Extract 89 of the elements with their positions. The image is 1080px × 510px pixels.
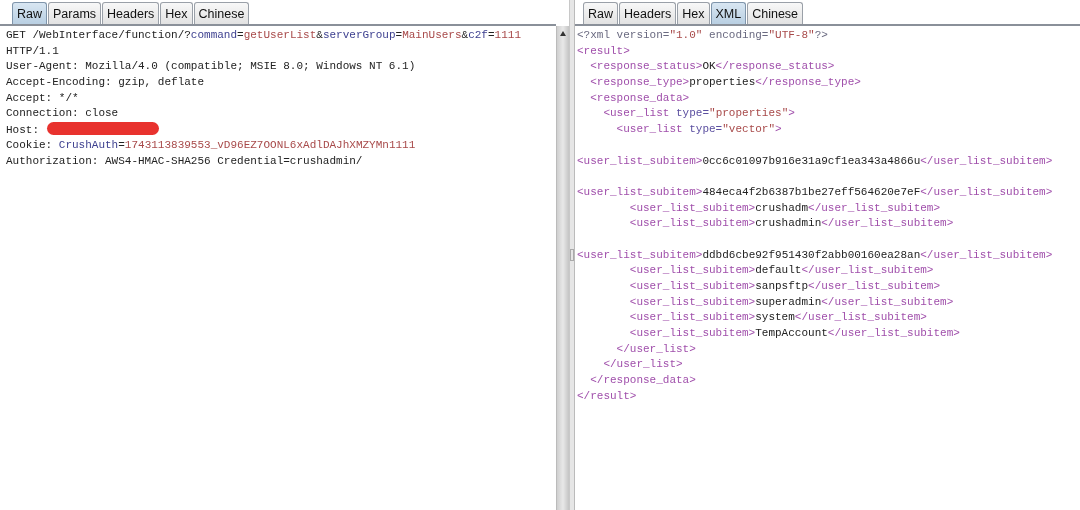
code-text: 0cc6c01097b916e31a9cf1ea343a4866u <box>702 154 921 167</box>
param-name: serverGroup <box>322 29 396 41</box>
xml-tag: <response_data> <box>590 91 690 104</box>
code-text: OK <box>702 60 716 73</box>
xml-tag: </user_list> <box>616 342 696 355</box>
xml-tag: </user_list_subitem> <box>801 264 934 277</box>
xml-tag: > <box>788 107 795 120</box>
xml-declaration: encoding= <box>708 29 769 41</box>
code-text: default <box>755 264 802 277</box>
tab[interactable]: Hex <box>160 2 193 24</box>
code-text: Accept-Encoding: gzip, deflate <box>6 76 205 89</box>
xml-tag: </user_list_subitem> <box>920 154 1053 167</box>
code-text: superadmin <box>755 295 822 308</box>
xml-tag: > <box>775 123 782 136</box>
tab[interactable]: Params <box>48 2 102 24</box>
tab[interactable]: Chinese <box>193 2 250 24</box>
param-name: CrushAuth <box>58 138 119 151</box>
param-value: 1111 <box>494 29 521 41</box>
tab[interactable]: XML <box>710 2 747 24</box>
xml-tag: </user_list_subitem> <box>808 201 941 214</box>
param-name: c2f <box>468 29 488 41</box>
code-text: User-Agent: Mozilla/4.0 (compatible; MSIE 8.0; Windows NT 6.1) <box>6 60 416 73</box>
xml-tag: </user_list_subitem> <box>920 185 1053 198</box>
param-value: "properties" <box>709 107 789 120</box>
xml-attribute: type= <box>676 107 710 120</box>
code-text: = <box>395 29 403 41</box>
param-value: "1.0" <box>669 29 703 41</box>
param-value: 1743113839553_vD96EZ7OONL6xAdlDAJhXMZYMn1111 <box>124 138 416 151</box>
code-text: 484eca4f2b6387b1be27eff564620e7eF <box>702 185 921 198</box>
param-value: MainUsers <box>402 29 462 41</box>
tab[interactable]: Chinese <box>747 2 804 24</box>
xml-tag: <response_status> <box>590 60 703 73</box>
tab[interactable]: Raw <box>583 2 618 24</box>
code-text: = <box>488 29 495 41</box>
xml-tag: <user_list_subitem> <box>577 248 703 261</box>
xml-tag: </user_list_subitem> <box>821 217 954 230</box>
xml-tag: </user_list_subitem> <box>827 327 960 340</box>
xml-tag: </response_type> <box>755 76 861 89</box>
code-text: properties <box>689 76 756 89</box>
xml-tag: </user_list_subitem> <box>794 311 927 324</box>
scrollbar[interactable] <box>556 26 569 510</box>
code-text: crushadm <box>755 201 809 214</box>
xml-tag: <user_list <box>616 123 690 136</box>
code-text: system <box>755 311 795 324</box>
xml-tag: <user_list_subitem> <box>629 201 756 214</box>
xml-declaration: <?xml version= <box>577 29 670 41</box>
xml-tag: <user_list_subitem> <box>629 217 756 230</box>
code-text: crushadmin <box>755 217 822 230</box>
xml-tag: <response_type> <box>590 76 690 89</box>
code-text: Authorization: AWS4-HMAC-SHA256 Credential=crushadmin/ <box>6 154 363 167</box>
xml-tag: <user_list_subitem> <box>629 280 756 292</box>
xml-attribute: type= <box>689 123 723 136</box>
code-text: HTTP/1.1 <box>6 44 59 57</box>
xml-tag: <user_list_subitem> <box>629 311 756 324</box>
code-text: GET /WebInterface/function/? <box>6 29 191 41</box>
code-text: TempAccount <box>755 327 828 340</box>
code-text: Accept: */* <box>6 91 79 104</box>
xml-declaration: ?> <box>814 29 828 41</box>
tab[interactable]: Headers <box>102 2 160 24</box>
param-value: "vector" <box>722 123 776 136</box>
xml-tag: <user_list_subitem> <box>629 264 756 277</box>
param-value: getUserList <box>243 29 317 41</box>
xml-tag: </user_list_subitem> <box>808 280 941 292</box>
code-text: sanpsftp <box>755 280 809 292</box>
code-text: = <box>237 29 244 41</box>
code-text: Host: <box>6 124 39 137</box>
xml-tag: <result> <box>577 44 630 57</box>
code-text: ddbd6cbe92f951430f2abb00160ea28an <box>702 248 921 261</box>
tab[interactable]: Headers <box>619 2 677 24</box>
xml-tag: <user_list_subitem> <box>629 327 756 340</box>
xml-tag: </user_list> <box>603 358 683 371</box>
code-text: & <box>316 29 323 41</box>
xml-tag: <user_list <box>603 107 676 120</box>
xml-tag: </user_list_subitem> <box>821 295 954 308</box>
xml-tag: </result> <box>577 389 637 402</box>
code-text: = <box>118 138 125 151</box>
param-name: command <box>190 29 238 41</box>
param-value: "UTF-8" <box>768 29 815 41</box>
tab[interactable]: Hex <box>677 2 710 24</box>
xml-tag: <user_list_subitem> <box>577 154 703 167</box>
xml-tag: </response_data> <box>590 374 696 387</box>
xml-tag: <user_list_subitem> <box>629 295 756 308</box>
tab[interactable]: Raw <box>12 2 47 24</box>
xml-tag: </response_status> <box>715 60 835 73</box>
code-text: Connection: close <box>6 107 119 120</box>
xml-tag: </user_list_subitem> <box>920 248 1053 261</box>
code-text: Cookie: <box>6 138 54 151</box>
code-text: & <box>461 29 469 41</box>
xml-tag: <user_list_subitem> <box>577 185 703 198</box>
